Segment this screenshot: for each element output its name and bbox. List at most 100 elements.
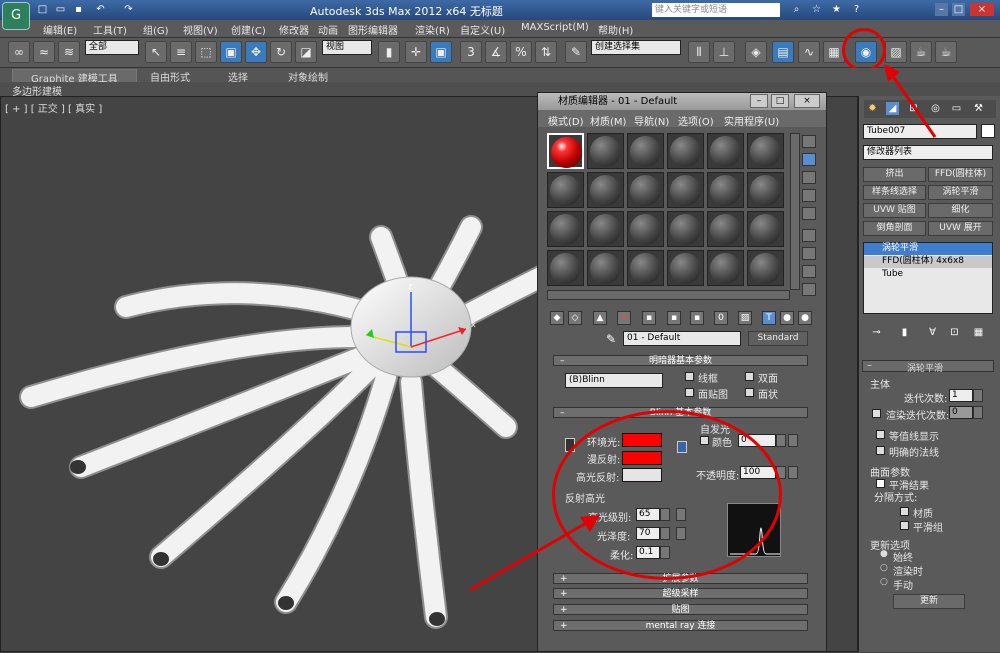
show-end-result-icon[interactable]: T xyxy=(762,311,776,325)
me-menu-modes[interactable]: 模式(D) xyxy=(548,113,584,128)
favorites-icon[interactable]: ★ xyxy=(830,3,843,16)
manually-radio[interactable]: ○ xyxy=(880,577,888,587)
uv-tiling-icon[interactable] xyxy=(802,189,816,202)
help-icon[interactable]: ? xyxy=(850,3,863,16)
mirror-icon[interactable]: ⫴ xyxy=(688,41,710,63)
material-sample-slot[interactable] xyxy=(587,250,624,286)
menu-modifiers[interactable]: 修改器 xyxy=(279,22,309,37)
menu-rendering[interactable]: 渲染(R) xyxy=(415,22,450,37)
create-tab-icon[interactable]: ✹ xyxy=(866,102,879,115)
named-selection-dropdown[interactable]: 创建选择集 xyxy=(591,40,681,55)
minimize-icon[interactable]: – xyxy=(750,94,768,108)
menu-help[interactable]: 帮助(H) xyxy=(598,22,633,37)
video-color-check-icon[interactable] xyxy=(802,207,816,220)
smoothing-groups-checkbox[interactable] xyxy=(900,521,909,530)
material-type-button[interactable]: Standard xyxy=(748,331,808,346)
me-menu-material[interactable]: 材质(M) xyxy=(590,113,626,128)
eyedropper-icon[interactable]: ✎ xyxy=(606,332,616,346)
manipulate-icon[interactable]: ✛ xyxy=(405,41,427,63)
material-name-field[interactable]: 01 - Default xyxy=(623,331,741,346)
menu-animation[interactable]: 动画 xyxy=(318,22,338,37)
go-parent-icon[interactable]: ● xyxy=(780,311,794,325)
material-sample-slot[interactable] xyxy=(547,133,584,169)
wire-checkbox[interactable] xyxy=(685,372,694,381)
maps-rollout[interactable]: + 贴图 xyxy=(553,604,808,615)
render-iters-spinner[interactable]: 0 xyxy=(949,406,973,419)
bind-spacewarp-icon[interactable]: ≋ xyxy=(58,41,80,63)
search-input[interactable]: 键入关键字或短语 xyxy=(652,3,780,17)
opacity-map-button[interactable] xyxy=(788,466,798,479)
modifier-list-dropdown[interactable]: 修改器列表 xyxy=(863,145,993,160)
extrude-button[interactable]: 挤出 xyxy=(863,167,926,182)
put-to-library-icon[interactable]: ▪ xyxy=(690,311,704,325)
material-sample-slot[interactable] xyxy=(667,211,704,247)
get-material-icon[interactable]: ◆ xyxy=(550,311,564,325)
sample-type-icon[interactable] xyxy=(802,135,816,148)
iterations-arrows[interactable] xyxy=(973,389,983,402)
backlight-icon[interactable] xyxy=(802,153,816,166)
material-navigator-icon[interactable] xyxy=(802,283,816,296)
material-sample-slot[interactable] xyxy=(587,172,624,208)
viewport-label[interactable]: [ + ] [ 正交 ] [ 真实 ] xyxy=(5,100,102,115)
keyboard-shortcut-icon[interactable]: ▣ xyxy=(430,41,452,63)
face-map-checkbox[interactable] xyxy=(685,388,694,397)
menu-tools[interactable]: 工具(T) xyxy=(93,22,127,37)
display-tab-icon[interactable]: ▭ xyxy=(950,102,963,115)
percent-snap-icon[interactable]: % xyxy=(510,41,532,63)
render-iters-checkbox[interactable] xyxy=(872,409,881,418)
menu-group[interactable]: 组(G) xyxy=(143,22,169,37)
stack-item-turbosmooth[interactable]: 涡轮平滑 xyxy=(864,243,992,255)
slots-scrollbar[interactable] xyxy=(790,133,800,290)
render-iters-arrows[interactable] xyxy=(973,406,983,419)
self-illum-map-button[interactable] xyxy=(788,434,798,447)
go-sibling-icon[interactable]: ● xyxy=(798,311,812,325)
material-effects-icon[interactable]: 0 xyxy=(714,311,728,325)
stack-item-ffd[interactable]: FFD(圆柱体) 4x6x8 xyxy=(864,256,992,268)
select-by-name-icon[interactable]: ≡ xyxy=(170,41,192,63)
unwrap-uvw-button[interactable]: UVW 展开 xyxy=(928,221,993,236)
material-sample-slot[interactable] xyxy=(747,211,784,247)
menu-graph-editors[interactable]: 图形编辑器 xyxy=(348,22,398,37)
material-sample-slot[interactable] xyxy=(627,250,664,286)
rendered-frame-icon[interactable]: ☕ xyxy=(910,41,932,63)
material-sample-slot[interactable] xyxy=(627,172,664,208)
close-icon[interactable]: × xyxy=(794,94,820,108)
unlink-icon[interactable]: ≈ xyxy=(33,41,55,63)
configure-sets-icon[interactable]: ▦ xyxy=(972,326,985,339)
material-sample-slot[interactable] xyxy=(707,172,744,208)
material-sample-slot[interactable] xyxy=(587,133,624,169)
material-sample-slot[interactable] xyxy=(547,211,584,247)
me-menu-utilities[interactable]: 实用程序(U) xyxy=(724,113,779,128)
spinner-snap-icon[interactable]: ⇅ xyxy=(535,41,557,63)
render-production-icon[interactable]: ☕ xyxy=(935,41,957,63)
curve-editor-icon[interactable]: ∿ xyxy=(798,41,820,63)
link-icon[interactable]: ∞ xyxy=(8,41,30,63)
me-menu-navigation[interactable]: 导航(N) xyxy=(634,113,669,128)
app-logo-icon[interactable]: G xyxy=(2,2,30,30)
remove-modifier-icon[interactable]: ⊡ xyxy=(948,326,961,339)
material-sample-slot[interactable] xyxy=(667,133,704,169)
selection-filter-dropdown[interactable]: 全部 xyxy=(85,40,139,55)
menu-maxscript[interactable]: MAXScript(M) xyxy=(521,22,589,33)
utilities-tab-icon[interactable]: ⚒ xyxy=(972,102,985,115)
align-icon[interactable]: ⊥ xyxy=(713,41,735,63)
assign-material-icon[interactable]: ▲ xyxy=(593,311,607,325)
self-illum-spinner-arrows[interactable] xyxy=(776,434,786,447)
material-sample-slot[interactable] xyxy=(747,172,784,208)
material-sample-slot[interactable] xyxy=(627,211,664,247)
ffd-cylinder-button[interactable]: FFD(圆柱体) xyxy=(928,167,993,182)
uvw-map-button[interactable]: UVW 贴图 xyxy=(863,203,926,218)
put-to-scene-icon[interactable]: ◇ xyxy=(568,311,582,325)
material-sample-slot[interactable] xyxy=(587,211,624,247)
tessellate-button[interactable]: 细化 xyxy=(928,203,993,218)
stack-item-tube[interactable]: Tube xyxy=(864,269,992,281)
edit-named-sel-icon[interactable]: ✎ xyxy=(565,41,587,63)
explicit-normals-checkbox[interactable] xyxy=(876,446,885,455)
select-scale-icon[interactable]: ◪ xyxy=(295,41,317,63)
update-button[interactable]: 更新 xyxy=(893,594,965,609)
slots-hscrollbar[interactable] xyxy=(547,290,790,300)
redo-icon[interactable]: ↷ xyxy=(122,3,135,16)
material-sample-slot[interactable] xyxy=(627,133,664,169)
menu-views[interactable]: 视图(V) xyxy=(183,22,218,37)
menu-customize[interactable]: 自定义(U) xyxy=(460,22,505,37)
